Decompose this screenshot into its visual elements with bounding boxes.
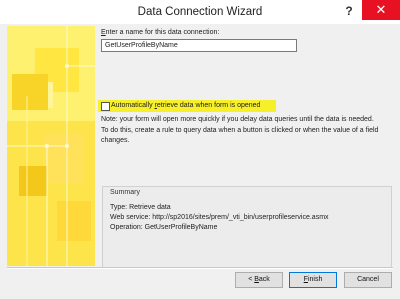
summary-operation: Operation: GetUserProfileByName xyxy=(110,224,218,231)
connection-name-label: Enter a name for this data connection: xyxy=(101,29,220,36)
performance-note: Note: your form will open more quickly i… xyxy=(101,115,395,147)
wizard-side-illustration xyxy=(7,26,95,266)
note-line: changes. xyxy=(101,137,130,144)
footer-divider xyxy=(7,267,393,269)
summary-panel: Summary Type: Retrieve data Web service:… xyxy=(102,186,392,268)
close-button[interactable]: ✕ xyxy=(362,0,400,20)
close-icon: ✕ xyxy=(375,2,387,17)
auto-retrieve-checkbox[interactable] xyxy=(101,102,110,111)
auto-retrieve-label[interactable]: Automatically retrieve data when form is… xyxy=(111,100,260,112)
help-button[interactable]: ? xyxy=(338,2,360,20)
note-line: To do this, create a rule to query data … xyxy=(101,126,379,134)
connection-name-field[interactable]: GetUserProfileByName xyxy=(101,39,297,52)
summary-type: Type: Retrieve data xyxy=(110,204,171,211)
note-line: Note: your form will open more quickly i… xyxy=(101,116,374,123)
back-button[interactable]: < Back xyxy=(235,272,283,288)
cancel-button[interactable]: Cancel xyxy=(344,272,392,288)
decorative-graphic xyxy=(7,26,95,266)
auto-retrieve-option[interactable]: Automatically retrieve data when form is… xyxy=(98,100,276,112)
summary-title: Summary xyxy=(110,189,140,196)
title-bar: Data Connection Wizard ? ✕ xyxy=(0,0,400,24)
summary-web-service: Web service: http://sp2016/sites/prem/_v… xyxy=(110,214,329,221)
finish-button[interactable]: Finish xyxy=(289,272,337,288)
